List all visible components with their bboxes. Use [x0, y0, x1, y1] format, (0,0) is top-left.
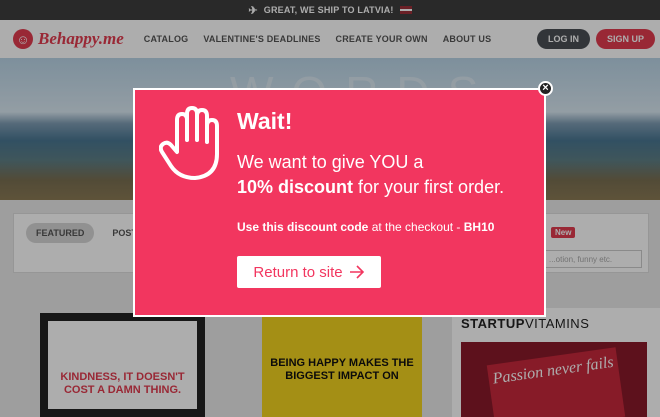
modal-line1: We want to give YOU a — [237, 152, 424, 172]
discount-modal: Wait! We want to give YOU a 10% discount… — [133, 88, 546, 317]
code-label: Use this discount code — [237, 220, 369, 234]
return-label: Return to site — [253, 263, 343, 281]
discount-amount: 10% discount — [237, 177, 354, 197]
modal-title: Wait! — [237, 108, 293, 134]
discount-code-line: Use this discount code at the checkout -… — [237, 220, 494, 234]
arrow-right-icon — [349, 265, 364, 279]
discount-rest: for your first order. — [353, 177, 505, 197]
hand-stop-icon — [159, 106, 219, 180]
modal-line2: 10% discount for your first order. — [237, 177, 504, 198]
discount-code: BH10 — [463, 220, 495, 234]
code-mid: at the checkout - — [368, 220, 464, 234]
close-icon[interactable]: × — [538, 81, 553, 96]
return-to-site-button[interactable]: Return to site — [237, 256, 381, 288]
